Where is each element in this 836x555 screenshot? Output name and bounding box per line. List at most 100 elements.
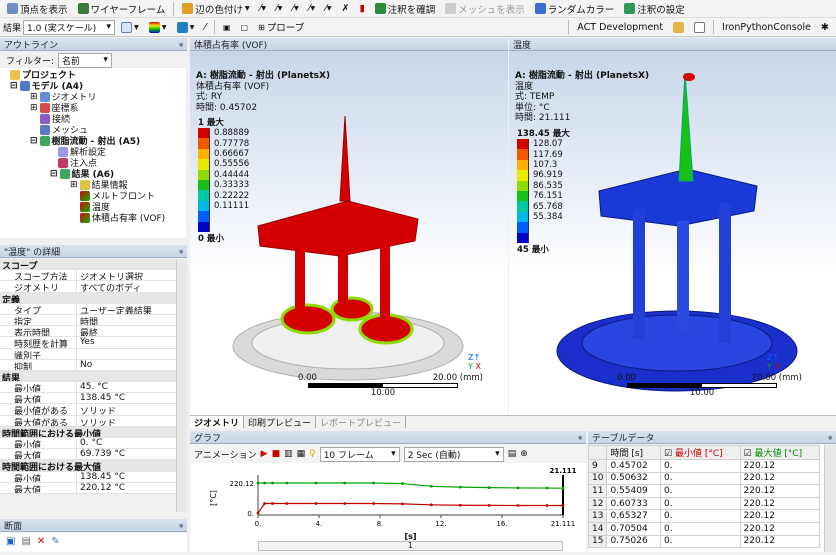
extension-button[interactable]: ✱ [817, 19, 833, 35]
page-indicator[interactable]: 1 [258, 541, 563, 551]
viewport-temperature[interactable]: A: 樹脂流動 - 射出 (PlanetsX) 温度 式: TEMP 単位: °… [509, 51, 836, 415]
details-row[interactable]: 識別子 [0, 348, 176, 360]
vertex-icon [7, 3, 18, 14]
checkbox[interactable]: ☑ [744, 449, 755, 459]
new-section-icon[interactable]: ▣ [6, 536, 15, 549]
act-tool-1-button[interactable] [669, 19, 688, 35]
details-row[interactable]: 最小値があるパーツソリッド [0, 404, 176, 416]
tab-geometry[interactable]: ジオメトリ [190, 416, 245, 429]
tools-icon[interactable]: ✎ [51, 536, 59, 549]
table-row[interactable]: 13 0.65327 0. 220.12 [588, 509, 820, 523]
details-row[interactable]: 最大値 138.45 °C [0, 393, 176, 405]
annotation-button[interactable]: 注釈を確調 [371, 1, 440, 17]
expand-icon[interactable]: ⊞ [70, 180, 78, 190]
show-vertices-button[interactable]: 頂点を表示 [3, 1, 72, 17]
act-development-button[interactable]: ACT Development [573, 19, 667, 35]
export-icon[interactable]: ▤ [508, 449, 517, 459]
edge-color-button[interactable]: 辺の色付け ▾ [178, 1, 253, 17]
table-row[interactable]: 12 0.60733 0. 220.12 [588, 496, 820, 511]
random-color-button[interactable]: ランダムカラー [531, 1, 619, 17]
max-icon: ▣ [222, 22, 231, 32]
table-row[interactable]: 10 0.50632 0. 220.12 [588, 471, 820, 486]
details-row[interactable]: 抑制 No [0, 359, 176, 371]
frames-icon[interactable]: ▥ [284, 449, 293, 459]
table-row[interactable]: 9 0.45702 0. 220.12 [588, 459, 820, 473]
display-mode-button[interactable]: ▾ [117, 19, 143, 35]
contour-button[interactable]: ▾ [145, 19, 171, 35]
edit-section-icon[interactable]: ▤ [21, 536, 30, 549]
details-row[interactable]: 指定 時間 [0, 314, 176, 327]
edge-style-4-button[interactable]: ⁄▾ [305, 1, 319, 17]
table-column-header[interactable]: ☑ 最大値 [°C] [739, 445, 820, 460]
details-section[interactable]: 結果 [0, 370, 176, 383]
tab-print-preview[interactable]: 印刷プレビュー [244, 416, 317, 429]
expand-icon[interactable]: ⊞ [30, 92, 38, 102]
details-row[interactable]: ジオメトリ すべてのボディ [0, 281, 176, 293]
table-row[interactable]: 15 0.75026 0. 220.12 [588, 534, 820, 549]
min-button[interactable]: ▢ [237, 19, 253, 35]
table-row[interactable]: 14 0.70504 0. 220.12 [588, 521, 820, 536]
pin-icon[interactable]: ᵩ [179, 246, 183, 256]
pin-icon[interactable]: ᵩ [578, 432, 582, 442]
viewport-vof[interactable]: A: 樹脂流動 - 射出 (PlanetsX) 体積占有率 (VOF) 式: R… [190, 51, 508, 415]
pin-icon[interactable]: ᵩ [179, 39, 183, 49]
table-row[interactable]: 11 0.55409 0. 220.12 [588, 484, 820, 498]
details-row[interactable]: 最大値があるパーツソリッド [0, 415, 176, 427]
details-section[interactable]: 時間範囲における最大値 [0, 460, 176, 472]
table-scrollbar[interactable] [824, 445, 836, 552]
edge-style-3-button[interactable]: ⁄▾ [288, 1, 302, 17]
details-value: 69.739 °C [80, 449, 126, 460]
pin-button[interactable]: ✗ [337, 1, 353, 17]
details-row[interactable]: 最小値 138.45 °C [0, 471, 176, 483]
table-column-header[interactable]: 時間 [s] [606, 445, 662, 460]
tree-item-vof[interactable]: 体積占有率 (VOF) [80, 212, 165, 224]
collapse-icon[interactable]: ⊟ [50, 169, 58, 179]
details-row[interactable]: 最小値 45. °C [0, 382, 176, 394]
split-button[interactable]: ▮ [355, 1, 368, 17]
wireframe-button[interactable]: ワイヤーフレーム [74, 1, 170, 17]
pin-icon[interactable]: ᵩ [179, 520, 183, 530]
vector-button[interactable]: ⁄ [200, 19, 210, 35]
details-row[interactable]: 最小値 0. °C [0, 438, 176, 450]
edge-display-button[interactable]: ▾ [173, 19, 199, 35]
details-section[interactable]: 時間範囲における最小値 [0, 426, 176, 438]
collapse-icon[interactable]: ⊟ [10, 81, 18, 91]
show-mesh-button[interactable]: メッシュを表示 [441, 1, 529, 17]
edge-style-5-button[interactable]: ⁄▾ [321, 1, 335, 17]
edge-style-1-button[interactable]: ⁄▾ [256, 1, 270, 17]
checkbox[interactable]: ☑ [664, 449, 675, 459]
contour-icon [148, 21, 160, 33]
pin-icon[interactable]: ᵩ [828, 432, 832, 442]
collapse-icon[interactable]: ⊟ [30, 136, 38, 146]
annotation-settings-button[interactable]: 注釈の設定 [620, 1, 689, 17]
table-column-header[interactable]: ☑ 最小値 [°C] [660, 445, 741, 460]
scale-select[interactable]: 1.0 (実スケール) ▾ [23, 19, 116, 35]
max-button[interactable]: ▣ [219, 19, 235, 35]
filter-select[interactable]: 名前 ▾ [57, 52, 112, 68]
expand-icon[interactable]: ⊞ [30, 103, 38, 113]
details-row[interactable]: 最大値 220.12 °C [0, 482, 176, 494]
delete-icon[interactable]: ✕ [37, 536, 45, 549]
details-scrollbar[interactable] [176, 259, 187, 512]
details-row[interactable]: スコープ方法 ジオメトリ選択 [0, 270, 176, 282]
details-row[interactable]: 時刻歴を計算 Yes [0, 337, 176, 349]
ironpython-console-button[interactable]: IronPythonConsole [718, 19, 815, 35]
stop-icon[interactable]: ■ [272, 449, 281, 459]
details-section[interactable]: スコープ [0, 259, 176, 271]
act-tool-2-button[interactable] [690, 19, 709, 35]
bulb-icon[interactable]: ♀ [309, 449, 316, 459]
mesh-icon [40, 124, 50, 135]
details-row[interactable]: タイプ ユーザー定義結果 [0, 303, 176, 315]
zoom-icon[interactable]: ⊕ [520, 449, 528, 459]
distributed-icon[interactable]: ▦ [297, 449, 306, 459]
play-icon[interactable]: ▶ [261, 449, 268, 459]
edge-style-2-button[interactable]: ⁄▾ [272, 1, 286, 17]
probe-button[interactable]: ⊞ プローブ [254, 19, 308, 35]
x-tick-label: 4. [316, 520, 323, 528]
details-section[interactable]: 定義 [0, 292, 176, 304]
speed-select[interactable]: 2 Sec (自動) ▾ [403, 446, 504, 462]
frames-select[interactable]: 10 フレーム ▾ [319, 446, 400, 462]
details-row[interactable]: 表示時間 最終 [0, 326, 176, 338]
tab-report-preview[interactable]: レポートプレビュー [316, 416, 407, 429]
details-row[interactable]: 最大値 69.739 °C [0, 449, 176, 461]
